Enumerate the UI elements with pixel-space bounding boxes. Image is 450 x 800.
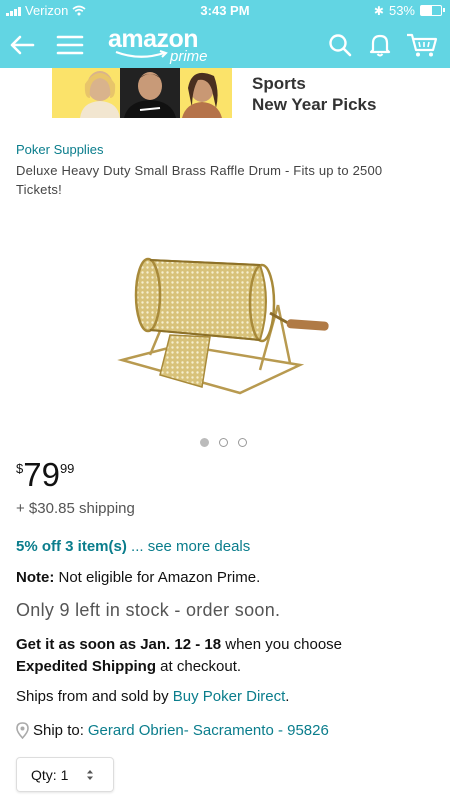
logo-prime: prime [170,48,208,65]
bell-icon[interactable] [364,30,396,60]
category-link[interactable]: Poker Supplies [16,142,103,157]
shipping-cost: + $30.85 shipping [16,500,135,517]
deals-link[interactable]: 5% off 3 item(s) ... see more deals [16,538,250,555]
product-title: Deluxe Heavy Duty Small Brass Raffle Dru… [16,163,383,197]
note-label: Note: [16,569,55,586]
banner-photo [52,68,232,118]
image-dot[interactable] [238,438,247,447]
banner-line2: New Year Picks [252,95,377,114]
cart-icon[interactable] [406,30,438,60]
battery-fill [421,6,432,15]
search-icon[interactable] [324,30,356,60]
ship-to-address[interactable]: Gerard Obrien- Sacramento - 95826 [88,722,329,739]
status-bar: Verizon 3:43 PM ✱ 53% [0,0,450,22]
image-dot[interactable] [200,438,209,447]
delivery-text: when you choose [221,636,343,653]
stock-status: Only 9 left in stock - order soon. [16,600,281,620]
sold-by-suffix: . [285,688,290,705]
nav-bar: amazon prime [0,22,450,68]
delivery-date: Get it as soon as Jan. 12 - 18 [16,636,222,653]
delivery-method: Expedited Shipping [16,658,157,675]
price: $ 79 99 [16,456,74,494]
banner-text: Sports New Year Picks [252,73,376,115]
deals-more: ... see more deals [126,538,251,555]
delivery-suffix: at checkout. [156,658,242,675]
quantity-value: 1 [60,766,69,783]
seller-link[interactable]: Buy Poker Direct [173,688,286,705]
product-image[interactable] [110,245,340,410]
bluetooth-icon: ✱ [373,3,384,18]
location-pin-icon [16,722,29,739]
promo-banner[interactable]: Sports New Year Picks [52,68,402,118]
price-symbol: $ [16,461,24,476]
prime-note: Note: Not eligible for Amazon Prime. [16,569,260,586]
delivery-estimate: Get it as soon as Jan. 12 - 18 when you … [16,634,436,678]
smile-arrow-icon [115,50,168,58]
amazon-prime-logo[interactable]: amazon prime [108,26,208,65]
sold-by-prefix: Ships from and sold by [16,688,173,705]
chevron-updown-icon [86,769,94,781]
image-pager[interactable] [200,438,247,447]
status-right: ✱ 53% [373,3,445,18]
note-text: Not eligible for Amazon Prime. [54,569,261,586]
quantity-label: Qty: [31,766,57,783]
ship-to-label: Ship to: [33,722,84,739]
ship-to[interactable]: Ship to: Gerard Obrien- Sacramento - 958… [16,722,329,739]
banner-line1: Sports [252,74,306,93]
battery-percent: 53% [388,3,415,18]
price-fraction: 99 [59,461,75,476]
sold-by: Ships from and sold by Buy Poker Direct. [16,688,289,705]
price-whole: 79 [23,456,60,493]
image-dot[interactable] [219,438,228,447]
menu-icon[interactable] [54,30,86,60]
battery-icon [420,5,445,16]
deals-highlight: 5% off 3 item(s) [16,538,127,555]
quantity-select[interactable]: Qty: 1 [16,757,114,792]
back-arrow-icon[interactable] [6,30,38,60]
